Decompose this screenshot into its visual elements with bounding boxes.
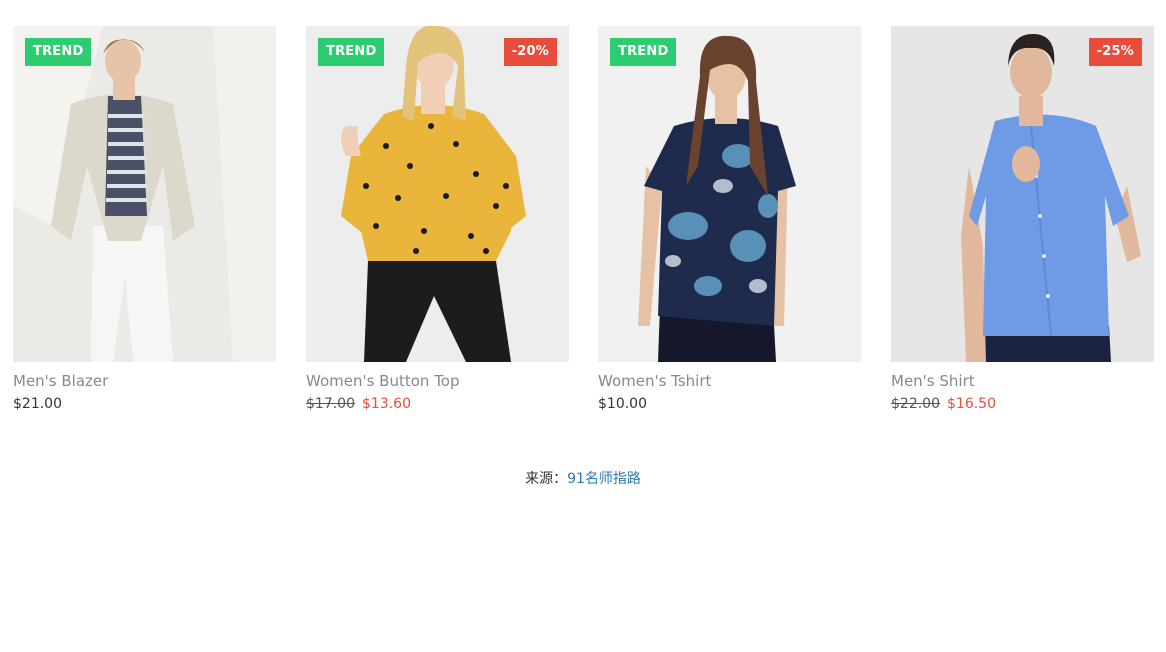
- product-name[interactable]: Men's Blazer: [13, 372, 108, 390]
- product-photo: [598, 26, 861, 362]
- discount-badge: -25%: [1088, 38, 1142, 66]
- product-image-womens-button-top[interactable]: TREND -20%: [306, 26, 569, 362]
- trend-badge: TREND: [25, 38, 92, 66]
- original-price: $17.00: [306, 396, 355, 412]
- product-price: $22.00 $16.50: [891, 396, 996, 412]
- original-price: $22.00: [891, 396, 940, 412]
- current-price: $21.00: [13, 396, 62, 412]
- source-link[interactable]: 91名师指路: [567, 471, 641, 487]
- sale-price: $16.50: [947, 396, 996, 412]
- discount-badge: -20%: [503, 38, 557, 66]
- product-image-womens-tshirt[interactable]: TREND: [598, 26, 861, 362]
- product-card: TREND Men's Blazer $21.00: [13, 26, 276, 412]
- product-name[interactable]: Women's Tshirt: [598, 372, 711, 390]
- product-card: TREND Women's Tshirt $10.00: [598, 26, 861, 412]
- product-image-mens-shirt[interactable]: -25%: [891, 26, 1154, 362]
- trend-badge: TREND: [610, 38, 677, 66]
- product-grid: TREND Men's Blazer $21.00 TREND -20% Wom…: [13, 26, 1154, 426]
- product-photo: [13, 26, 276, 362]
- product-photo: [891, 26, 1154, 362]
- trend-badge: TREND: [318, 38, 385, 66]
- product-name[interactable]: Women's Button Top: [306, 372, 460, 390]
- source-label: 来源：: [525, 471, 568, 487]
- source-credit: 来源：91名师指路: [0, 468, 1166, 488]
- product-photo: [306, 26, 569, 362]
- product-price: $17.00 $13.60: [306, 396, 411, 412]
- product-card: -25% Men's Shirt $22.00 $16.50: [891, 26, 1154, 412]
- product-image-mens-blazer[interactable]: TREND: [13, 26, 276, 362]
- product-price: $10.00: [598, 396, 647, 412]
- current-price: $10.00: [598, 396, 647, 412]
- product-price: $21.00: [13, 396, 62, 412]
- product-card: TREND -20% Women's Button Top $17.00 $13.…: [306, 26, 569, 412]
- product-name[interactable]: Men's Shirt: [891, 372, 975, 390]
- sale-price: $13.60: [362, 396, 411, 412]
